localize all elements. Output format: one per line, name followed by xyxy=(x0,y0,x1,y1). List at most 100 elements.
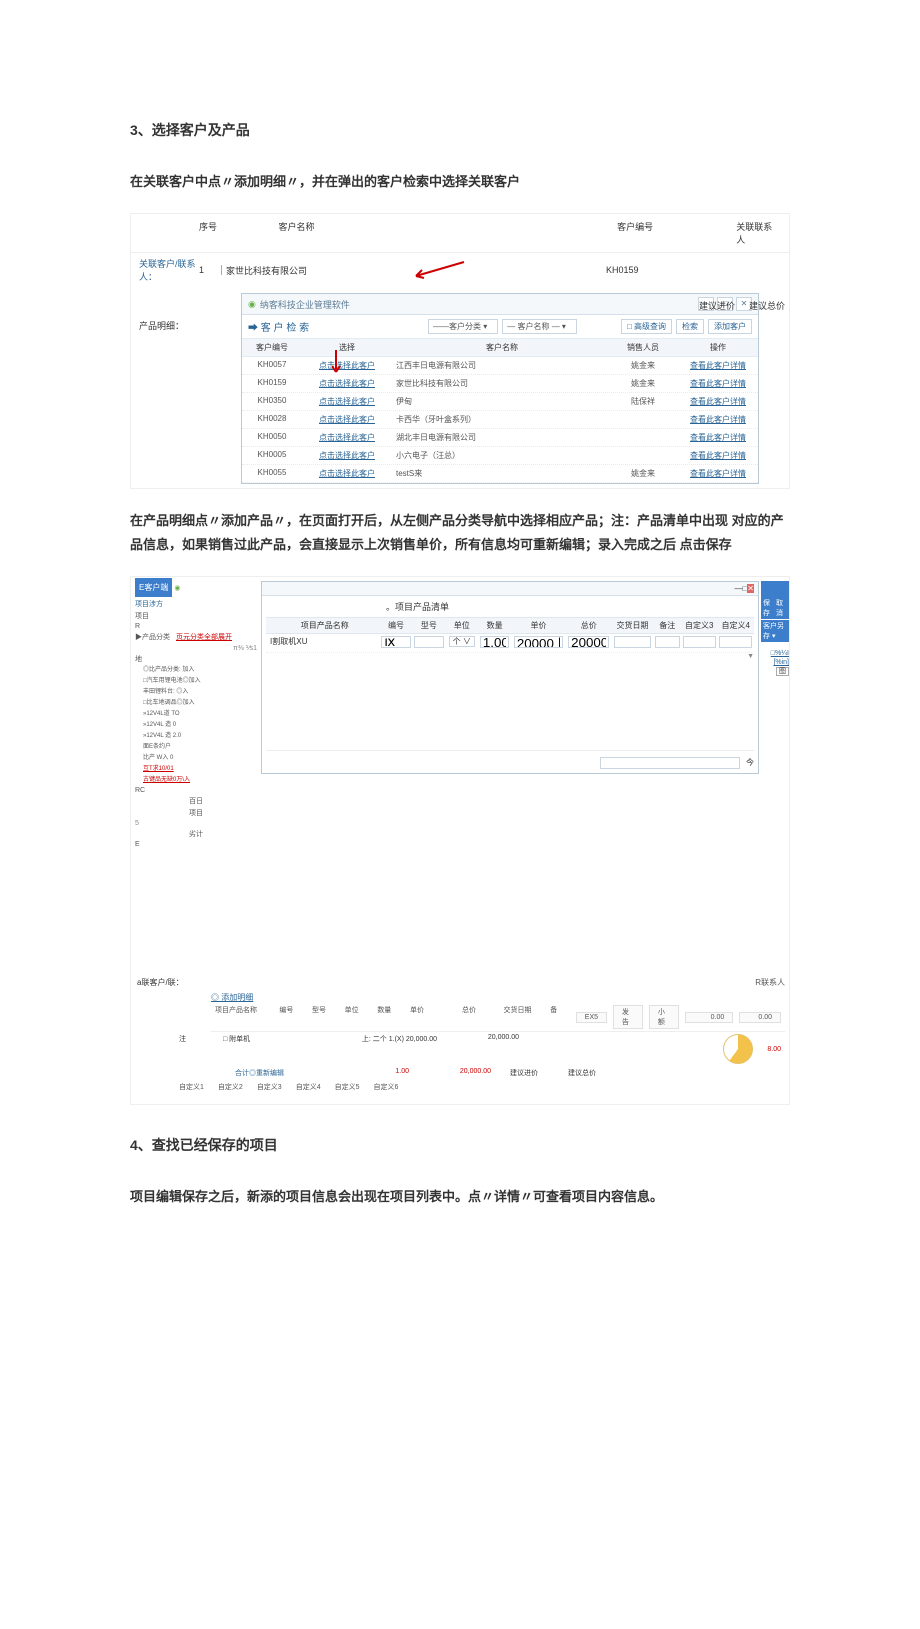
zd-link[interactable]: □%¼I [%in] xyxy=(771,650,789,666)
minimize-button[interactable]: — xyxy=(734,584,742,593)
th-op: 操作 xyxy=(678,342,758,353)
view-detail-link[interactable]: 查看此客户详情 xyxy=(678,432,758,443)
prod-category[interactable]: ▶产品分类 xyxy=(135,632,170,642)
product-list-title: 。项目产品清单 xyxy=(386,600,449,613)
select-customer-link[interactable]: 点击选择此客户 xyxy=(302,378,392,389)
input-remark[interactable] xyxy=(655,636,680,648)
add-detail-link[interactable]: ◎ 添加明细 xyxy=(211,993,253,1002)
tree-node[interactable]: 古键品无缺0万\入 xyxy=(139,775,261,786)
cell-cust-no: KH0050 xyxy=(242,432,302,443)
th-price: 单价 xyxy=(511,620,566,631)
th-c4: 自定义4 xyxy=(717,620,754,631)
view-detail-link[interactable]: 查看此客户详情 xyxy=(678,414,758,425)
th-unit: 单位 xyxy=(445,620,478,631)
add-customer-button[interactable]: 添加客户 xyxy=(708,319,752,334)
image-icon[interactable]: 图 xyxy=(776,667,789,676)
table-row[interactable]: KH0159点击选择此客户家世比科技有限公司姚金来查看此客户详情 xyxy=(242,375,758,393)
product-list-window: — □ ✕ 。项目产品清单 项目产品名称 编号 型号 单位 数量 单价 总价 交… xyxy=(261,581,759,774)
select-customer-link[interactable]: 点击选择此客户 xyxy=(302,450,392,461)
tree-node[interactable]: »12V4L道 TO xyxy=(139,709,261,720)
cell-cust-name: 卡西华（牙叶盒系列） xyxy=(392,414,608,425)
view-detail-link[interactable]: 查看此客户详情 xyxy=(678,468,758,479)
window-titlebar-2: — □ ✕ xyxy=(262,582,758,596)
search-button[interactable]: 检索 xyxy=(676,319,704,334)
input-c3[interactable] xyxy=(683,636,716,648)
tree-node[interactable]: »12V4L 造 2.0 xyxy=(139,731,261,742)
view-detail-link[interactable]: 查看此客户详情 xyxy=(678,396,758,407)
cell-cust-no: KH0028 xyxy=(242,414,302,425)
input-no[interactable] xyxy=(381,636,411,648)
cell-cust-name: 江西丰日电源有限公司 xyxy=(392,360,608,371)
input-qty[interactable] xyxy=(480,636,510,648)
tree-node[interactable]: 丰田锂料台: ◎入 xyxy=(139,687,261,698)
label-cust-no: 客户编号 xyxy=(617,220,736,246)
sum-th-1: 编号 xyxy=(275,1005,308,1029)
window-titlebar: ◉ 纳客科技企业管理软件 — □ ✕ xyxy=(242,294,758,315)
input-c4[interactable] xyxy=(719,636,752,648)
input-date[interactable] xyxy=(614,636,652,648)
input-model[interactable] xyxy=(414,636,444,648)
cancel-button[interactable]: 取消 xyxy=(776,598,787,618)
view-detail-link[interactable]: 查看此客户详情 xyxy=(678,378,758,389)
save-button[interactable]: 保存 xyxy=(763,598,774,618)
filter-category-select[interactable]: ——客户分类 ▾ xyxy=(428,319,498,334)
view-detail-link[interactable]: 查看此客户详情 xyxy=(678,450,758,461)
search-input[interactable] xyxy=(600,757,740,769)
tree-node[interactable]: 面E条约户 xyxy=(139,742,261,753)
fuji-total: 20,000.00 xyxy=(441,1034,523,1064)
input-price[interactable] xyxy=(514,636,563,648)
th-no: 编号 xyxy=(380,620,413,631)
serial-value: 1 xyxy=(199,265,217,275)
label-bairi: 百日 xyxy=(131,795,261,807)
table-row[interactable]: KH0028点击选择此客户卡西华（牙叶盒系列） 查看此客户详情 xyxy=(242,411,758,429)
th-cust-no: 客户编号 xyxy=(242,342,302,353)
cell-sales: 姚金来 xyxy=(608,468,678,479)
attachment-checkbox[interactable]: □ 附单机 xyxy=(219,1034,283,1064)
search-heading: ➡ 客 户 检 索 xyxy=(248,319,309,334)
close-button[interactable]: ✕ xyxy=(747,584,754,593)
advanced-query-button[interactable]: □ 高级查询 xyxy=(621,319,672,334)
heji-link[interactable]: 合计◎重新编辑 xyxy=(231,1068,329,1078)
tree-node[interactable]: 比产 W入 0 xyxy=(139,753,261,764)
select-customer-link[interactable]: 点击选择此客户 xyxy=(302,432,392,443)
tree-node[interactable]: 互T求10/01 xyxy=(139,764,261,775)
section4-para: 项目编辑保存之后，新添的项目信息会出现在项目列表中。点〃详情〃可查看项目内容信息… xyxy=(130,1185,790,1208)
tree-node[interactable]: □汽车用锂电池◎加入 xyxy=(139,676,261,687)
heji-total: 20,000.00 xyxy=(413,1068,495,1078)
window-title: 纳客科技企业管理软件 xyxy=(260,298,695,311)
view-detail-link[interactable]: 查看此客户详情 xyxy=(678,360,758,371)
unit-select[interactable]: 个 ∨ xyxy=(449,636,475,647)
filter-name-select[interactable]: — 客户名称 — ▾ xyxy=(502,319,577,334)
right-date: 今 xyxy=(746,757,754,769)
table-row[interactable]: KH0050点击选择此客户湖北丰日电源有限公司 查看此客户详情 xyxy=(242,429,758,447)
screenshot-block-2: E客户端◉ 项目涉方 项目 R ▶产品分类 页元分类全部展开 π⅜ ⅟s1 地 … xyxy=(130,576,790,1105)
rm-1: 发告 xyxy=(613,1005,643,1029)
client-tab[interactable]: E客户端 xyxy=(135,578,172,597)
sum-th-2: 型号 xyxy=(308,1005,341,1029)
label-serial: 序号 xyxy=(199,220,278,246)
select-customer-link[interactable]: 点击选择此客户 xyxy=(302,396,392,407)
table-row[interactable]: KH0057点击选择此客户江西丰日电源有限公司姚金来查看此客户详情 xyxy=(242,357,758,375)
cell-cust-no: KH0005 xyxy=(242,450,302,461)
heji-qty: 1.00 xyxy=(329,1068,413,1078)
table-row[interactable]: KH0350点击选择此客户伊甸陆保祥查看此客户详情 xyxy=(242,393,758,411)
th-qty: 数量 xyxy=(478,620,511,631)
sum-th-6: 总价 xyxy=(439,1005,500,1029)
saveas-button[interactable]: 客户另存 ▾ xyxy=(761,620,789,642)
rm-3: 0.00 xyxy=(685,1012,734,1023)
select-customer-link[interactable]: 点击选择此客户 xyxy=(302,414,392,425)
tree-node[interactable]: »12V4L 造 0 xyxy=(139,720,261,731)
section3-para2: 在产品明细点〃添加产品〃，在页面打开后，从左侧产品分类导航中选择相应产品；注：产… xyxy=(130,509,790,556)
input-total[interactable] xyxy=(568,636,609,648)
table-row[interactable]: KH0055点击选择此客户testS来姚金来查看此客户详情 xyxy=(242,465,758,483)
expand-all-link[interactable]: 页元分类全部展开 xyxy=(176,632,232,642)
cell-cust-name: 湖北丰日电源有限公司 xyxy=(392,432,608,443)
table-row[interactable]: KH0005点击选择此客户小六电子（汪总）查看此客户详情 xyxy=(242,447,758,465)
tree-node[interactable]: ◎比产品分类: 加入 xyxy=(139,665,261,676)
select-customer-link[interactable]: 点击选择此客户 xyxy=(302,468,392,479)
cell-name: I割取机ⅩU xyxy=(266,636,380,650)
item-label: 项目 xyxy=(131,610,261,622)
tree-node[interactable]: □比车地调品◎加入 xyxy=(139,698,261,709)
footer-custom-labels: 自定义1 自定义2 自定义3 自定义4 自定义5 自定义6 xyxy=(175,1080,785,1094)
label-suggest-in-price: 建议进价 xyxy=(699,299,735,312)
